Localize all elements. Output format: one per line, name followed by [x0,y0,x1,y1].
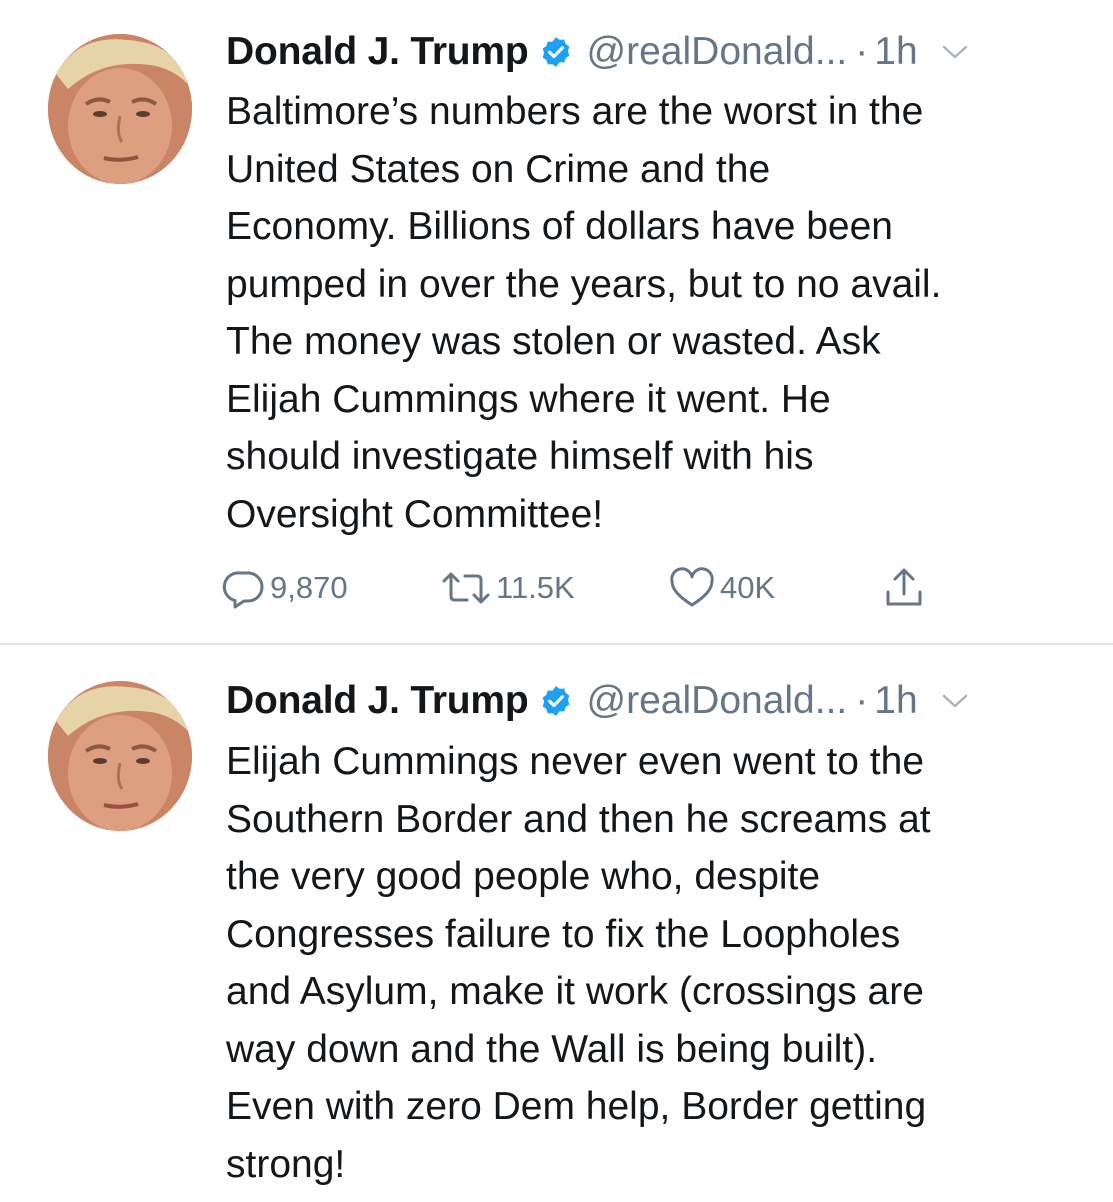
verified-badge-icon [539,684,573,718]
tweet-text: Elijah Cummings never even went to the S… [226,740,931,1186]
author-handle[interactable]: @realDonald... [587,679,848,723]
heart-icon [670,567,714,607]
avatar-photo [48,681,192,831]
avatar[interactable] [48,34,192,184]
tweet-text: Baltimore’s numbers are the worst in the… [226,90,942,536]
retweet-icon [442,572,490,604]
tweet-header: Donald J. Trump @realDonald... · 1h [226,28,1073,76]
separator-dot: · [855,679,869,722]
avatar[interactable] [48,681,192,831]
chevron-down-icon[interactable] [942,42,968,62]
like-count: 40K [720,570,776,605]
author-name[interactable]: Donald J. Trump [226,679,529,723]
share-button[interactable] [882,560,926,616]
retweet-button[interactable]: 11.5K [440,560,575,616]
tweet[interactable]: Donald J. Trump @realDonald... · 1h Balt… [0,0,1113,643]
tweet-header: Donald J. Trump @realDonald... · 1h [226,677,1073,725]
separator-dot: · [855,30,869,73]
chevron-down-icon[interactable] [942,691,968,711]
verified-badge-icon [539,35,573,69]
share-icon [886,568,922,606]
reply-button[interactable]: 9,870 [222,560,348,616]
reply-icon [222,571,264,609]
author-handle[interactable]: @realDonald... [587,30,848,74]
like-button[interactable]: 40K [668,560,775,616]
retweet-count: 11.5K [496,570,575,605]
avatar-photo [48,34,192,184]
tweet-actions: 9,870 11.5K 40K [222,560,982,616]
tweet[interactable]: Donald J. Trump @realDonald... · 1h Elij… [0,643,1113,1202]
reply-count: 9,870 [270,570,348,605]
timestamp[interactable]: 1h [874,679,917,723]
author-name[interactable]: Donald J. Trump [226,30,529,74]
timestamp[interactable]: 1h [874,30,917,74]
